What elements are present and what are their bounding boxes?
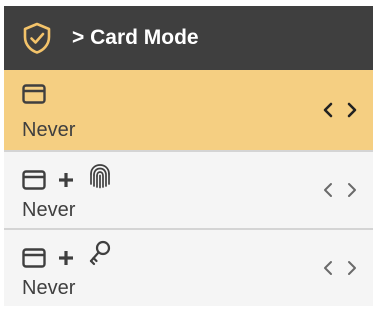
plus-icon [59, 173, 73, 187]
page-title: > Card Mode [72, 26, 199, 49]
mode-row-card[interactable]: Never [4, 70, 373, 152]
key-icon [89, 240, 111, 266]
card-icon [22, 170, 46, 190]
chevron-left-icon[interactable] [321, 260, 335, 276]
value-selector[interactable] [321, 230, 359, 306]
mode-row-card-key[interactable]: Never [4, 230, 373, 306]
mode-row-card-fingerprint[interactable]: Never [4, 152, 373, 230]
chevron-left-icon[interactable] [321, 102, 335, 118]
mode-value: Never [22, 199, 76, 221]
header-bar: > Card Mode [4, 6, 373, 70]
card-icon [22, 84, 46, 104]
chevron-right-icon[interactable] [345, 260, 359, 276]
chevron-left-icon[interactable] [321, 182, 335, 198]
fingerprint-icon [90, 164, 110, 189]
chevron-right-icon[interactable] [345, 102, 359, 118]
value-selector[interactable] [321, 70, 359, 150]
card-mode-panel: > Card Mode Never Never Never [4, 6, 373, 306]
plus-icon [59, 251, 73, 265]
mode-value: Never [22, 277, 76, 299]
shield-check-icon [23, 22, 51, 54]
chevron-right-icon[interactable] [345, 182, 359, 198]
mode-value: Never [22, 119, 76, 141]
value-selector[interactable] [321, 152, 359, 228]
card-icon [22, 248, 46, 268]
